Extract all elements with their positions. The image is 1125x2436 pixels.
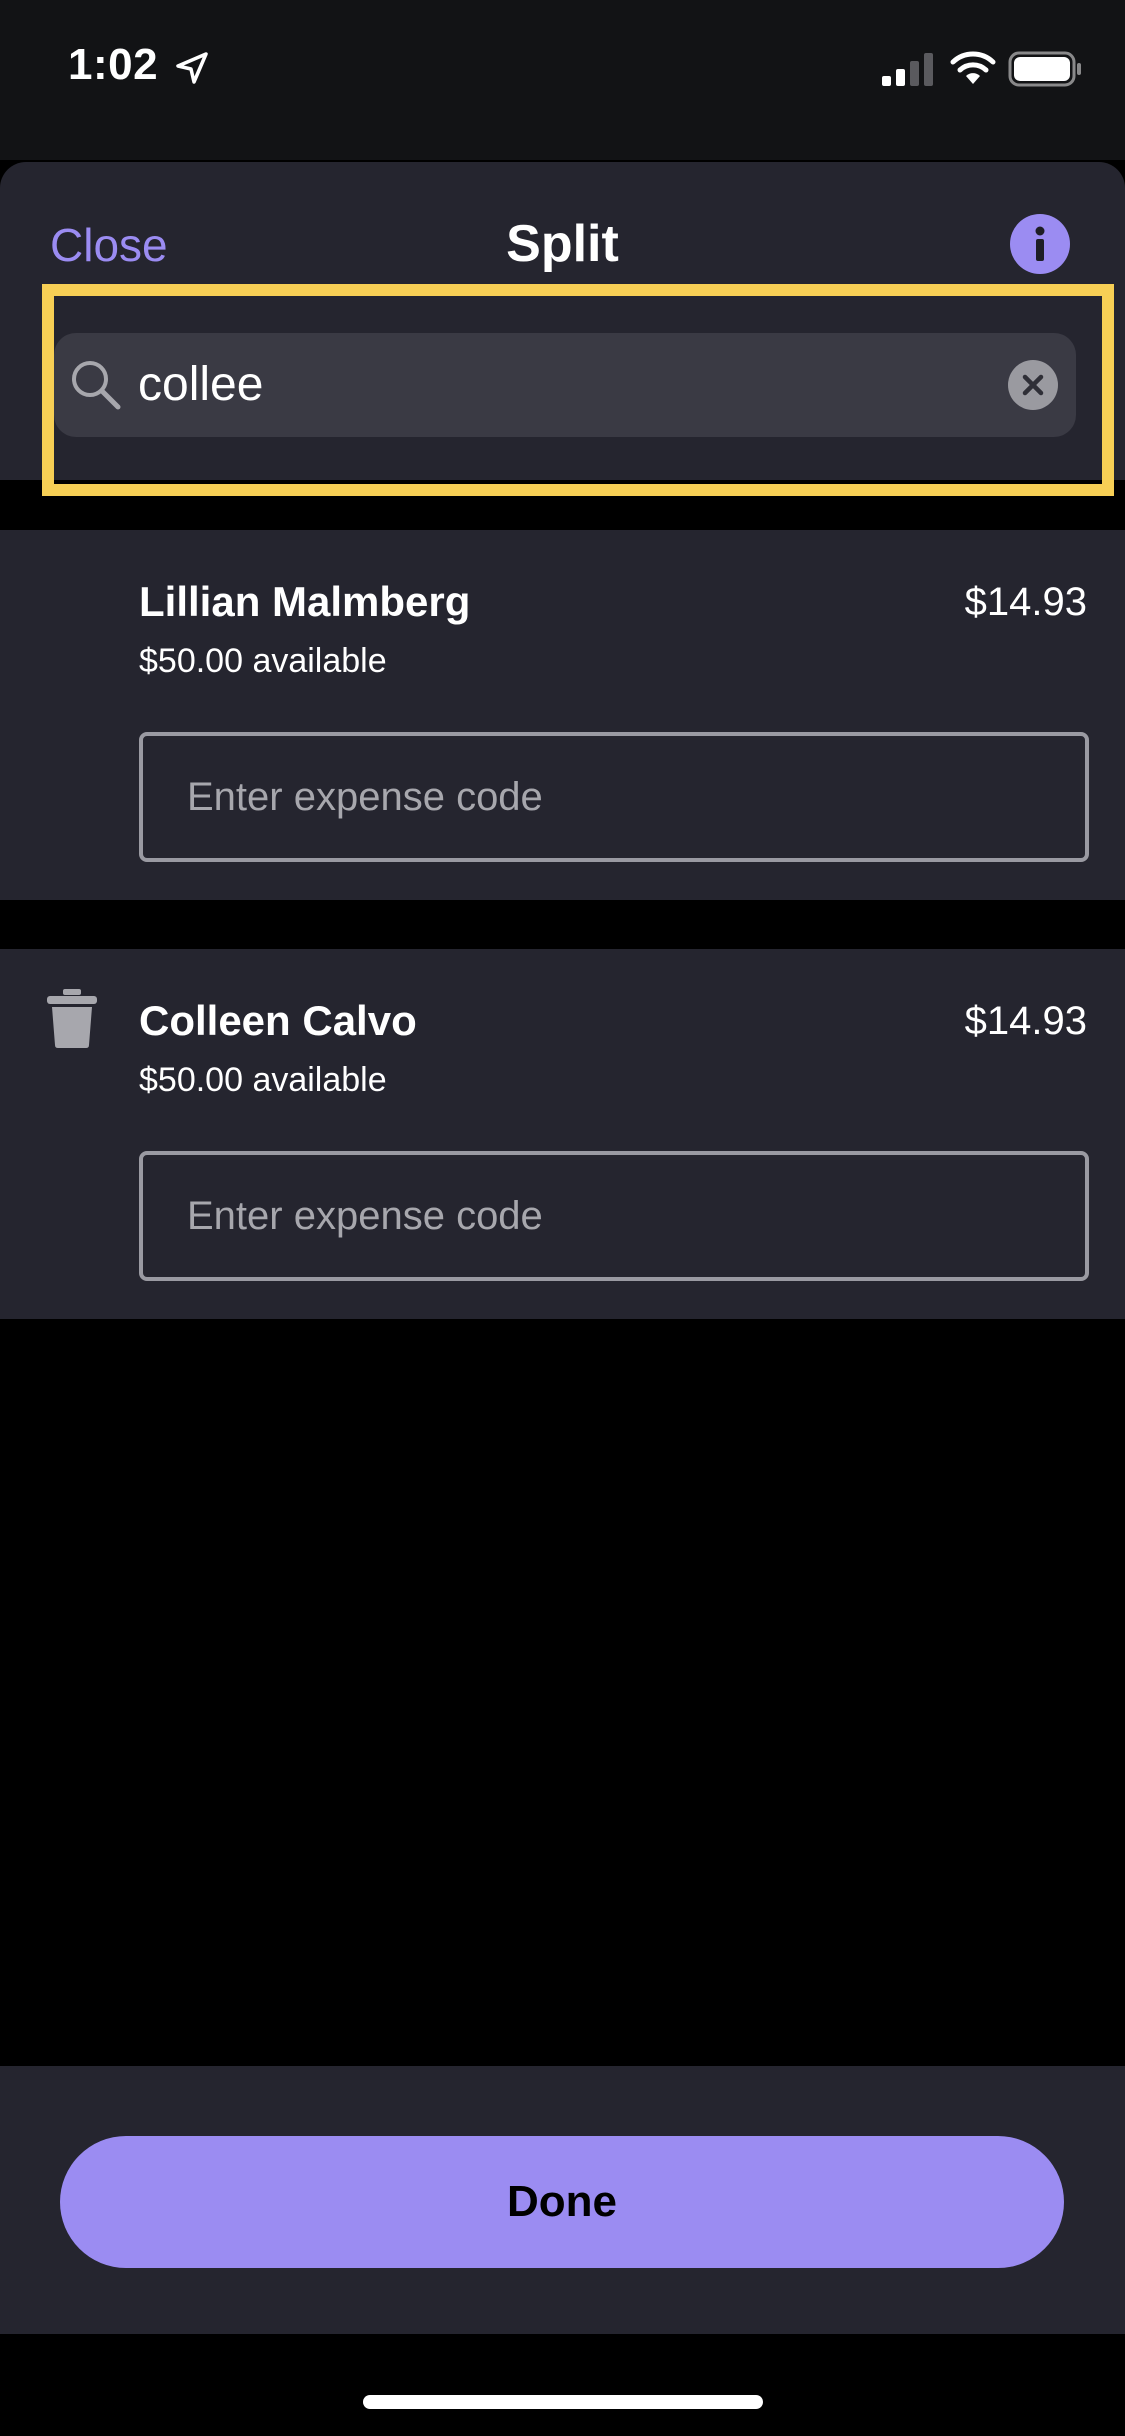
split-available: $50.00 available — [139, 642, 387, 680]
search-field[interactable] — [54, 333, 1076, 437]
split-name: Colleen Calvo — [139, 997, 417, 1044]
trash-icon[interactable] — [44, 987, 100, 1049]
search-input[interactable] — [138, 333, 1018, 437]
battery-icon — [1008, 51, 1081, 87]
expense-code-input[interactable] — [139, 1151, 1089, 1281]
expense-code-input[interactable] — [139, 732, 1089, 862]
footer: Done — [0, 2066, 1125, 2334]
done-button[interactable]: Done — [60, 2136, 1064, 2268]
location-arrow-icon — [176, 52, 208, 84]
wifi-icon — [950, 51, 996, 84]
split-available: $50.00 available — [139, 1061, 387, 1099]
split-card: Colleen Calvo $14.93 $50.00 available — [0, 949, 1125, 1319]
split-name: Lillian Malmberg — [139, 578, 471, 625]
status-time: 1:02 — [68, 40, 159, 89]
info-button[interactable] — [1010, 214, 1070, 274]
clear-search-button[interactable] — [1008, 360, 1058, 410]
split-screen: 1:02 Close Split collee Lillian Malmberg… — [0, 0, 1125, 2436]
split-amount: $14.93 — [964, 999, 1087, 1043]
clear-icon — [1022, 374, 1044, 396]
search-icon — [72, 361, 121, 410]
page-title: Split — [506, 215, 619, 273]
info-icon — [1035, 226, 1045, 261]
home-indicator[interactable] — [363, 2395, 763, 2409]
split-card: Lillian Malmberg $14.93 $50.00 available — [0, 530, 1125, 900]
cellular-signal-icon — [882, 53, 933, 86]
status-bar: 1:02 — [0, 0, 1125, 160]
split-amount: $14.93 — [964, 580, 1087, 624]
